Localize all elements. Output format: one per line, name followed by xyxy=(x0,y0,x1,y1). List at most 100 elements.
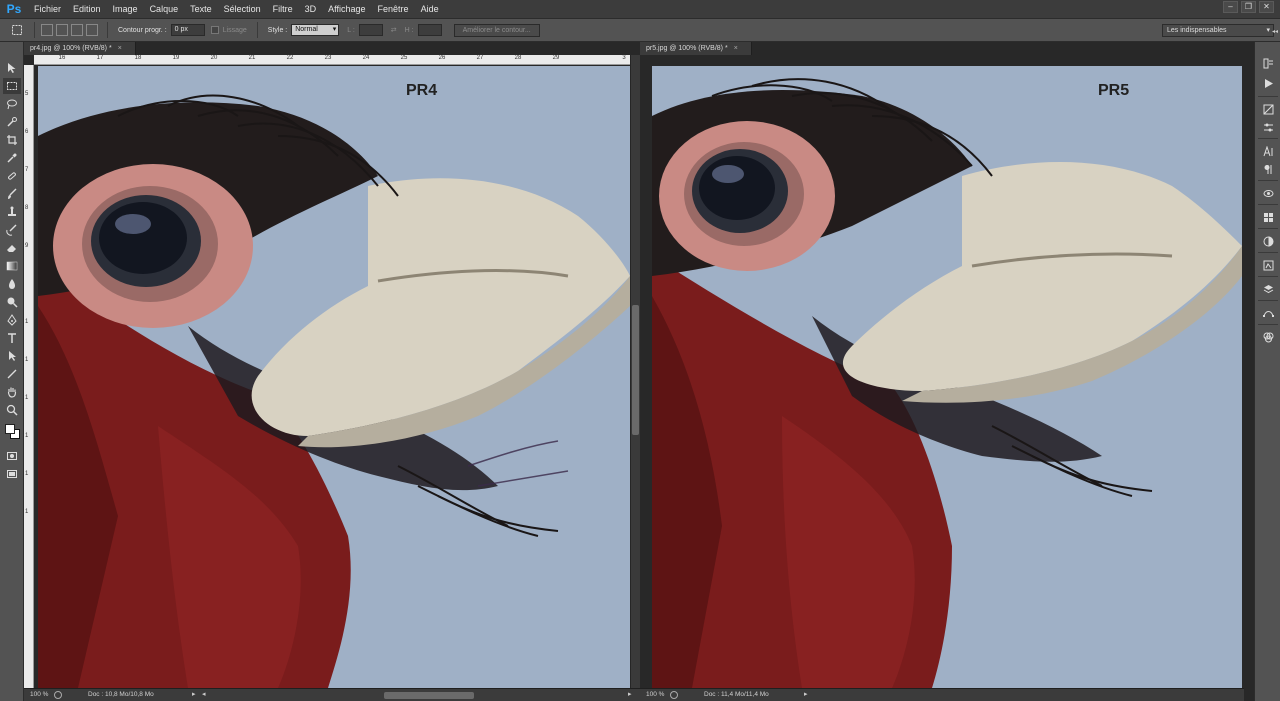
document-size[interactable]: Doc : 11,4 Mo/11,4 Mo xyxy=(704,689,769,701)
eyedropper-tool-icon[interactable] xyxy=(3,150,21,166)
line-tool-icon[interactable] xyxy=(3,366,21,382)
brush-tool-icon[interactable] xyxy=(3,186,21,202)
properties-panel-icon[interactable] xyxy=(1260,120,1276,134)
menu-edition[interactable]: Edition xyxy=(67,0,107,18)
feather-input[interactable]: 0 px xyxy=(170,24,205,36)
paths-panel-icon[interactable] xyxy=(1260,306,1276,320)
menu-fenetre[interactable]: Fenêtre xyxy=(372,0,415,18)
layers-panel-icon[interactable] xyxy=(1260,282,1276,296)
scroll-right-arrow-icon[interactable]: ▸ xyxy=(628,689,632,701)
marquee-preset-picker[interactable] xyxy=(6,21,28,39)
paragraph-panel-icon[interactable] xyxy=(1260,162,1276,176)
gradient-tool-icon[interactable] xyxy=(3,258,21,274)
image-canvas-pr4[interactable]: PR4 xyxy=(38,66,630,688)
new-selection-icon[interactable] xyxy=(41,24,53,36)
menu-fichier[interactable]: Fichier xyxy=(28,0,67,18)
restore-button[interactable]: ❐ xyxy=(1241,1,1256,13)
blur-tool-icon[interactable] xyxy=(3,276,21,292)
color-panel-icon[interactable] xyxy=(1260,234,1276,248)
menu-image[interactable]: Image xyxy=(107,0,144,18)
clone-stamp-tool-icon[interactable] xyxy=(3,204,21,220)
workspace-select[interactable]: Les indispensables xyxy=(1162,24,1274,37)
adjustments-panel-icon[interactable] xyxy=(1260,102,1276,116)
status-menu-arrow-icon[interactable]: ▸ xyxy=(192,689,196,701)
ruler-tick-label: 6 xyxy=(25,129,29,135)
ruler-tick-label: 26 xyxy=(438,55,446,61)
history-brush-tool-icon[interactable] xyxy=(3,222,21,238)
tab-pr4[interactable]: pr4.jpg @ 100% (RVB/8) * × xyxy=(24,42,136,55)
ruler-tick-label: 1 xyxy=(25,357,29,363)
styles-panel-icon[interactable] xyxy=(1260,258,1276,272)
tab-pr5[interactable]: pr5.jpg @ 100% (RVB/8) * × xyxy=(640,42,752,55)
screen-mode-icon[interactable] xyxy=(3,466,21,482)
close-tab-icon[interactable]: × xyxy=(734,42,738,55)
channels-panel-icon[interactable] xyxy=(1260,330,1276,344)
zoom-level[interactable]: 100 % xyxy=(30,689,48,701)
foreground-color-swatch[interactable] xyxy=(5,424,15,434)
color-swatches[interactable] xyxy=(3,422,21,442)
menu-calque[interactable]: Calque xyxy=(144,0,185,18)
menu-3d[interactable]: 3D xyxy=(299,0,323,18)
path-selection-tool-icon[interactable] xyxy=(3,348,21,364)
width-input[interactable] xyxy=(358,24,383,36)
document-size[interactable]: Doc : 10,8 Mo/10,8 Mo xyxy=(88,689,154,701)
horizontal-scrollbar-thumb[interactable] xyxy=(384,692,474,699)
type-tool-icon[interactable] xyxy=(3,330,21,346)
hand-tool-icon[interactable] xyxy=(3,384,21,400)
crop-tool-icon[interactable] xyxy=(3,132,21,148)
style-select[interactable]: Normal xyxy=(291,24,340,36)
quick-mask-icon[interactable] xyxy=(3,448,21,464)
ruler-tick-label: 24 xyxy=(362,55,370,61)
quick-selection-tool-icon[interactable] xyxy=(3,114,21,130)
menu-filtre[interactable]: Filtre xyxy=(267,0,299,18)
divider xyxy=(256,22,258,38)
menu-affichage[interactable]: Affichage xyxy=(322,0,371,18)
divider xyxy=(1258,138,1278,139)
history-panel-icon[interactable] xyxy=(1260,56,1276,70)
pen-tool-icon[interactable] xyxy=(3,312,21,328)
intersect-selection-icon[interactable] xyxy=(86,24,98,36)
scrollbar-thumb[interactable] xyxy=(632,305,639,435)
3d-panel-icon[interactable] xyxy=(1260,186,1276,200)
ruler-tick-label: 22 xyxy=(286,55,294,61)
divider xyxy=(1258,180,1278,181)
vertical-scrollbar[interactable] xyxy=(630,55,640,688)
ruler-tick-label: 16 xyxy=(58,55,66,61)
subtract-selection-icon[interactable] xyxy=(71,24,83,36)
character-panel-icon[interactable] xyxy=(1260,144,1276,158)
window-controls: – ❐ ✕ xyxy=(1223,1,1274,13)
dodge-tool-icon[interactable] xyxy=(3,294,21,310)
image-canvas-pr5[interactable]: PR5 xyxy=(652,66,1242,688)
healing-brush-tool-icon[interactable] xyxy=(3,168,21,184)
swap-dimensions-icon[interactable]: ⇄ xyxy=(391,26,397,34)
close-button[interactable]: ✕ xyxy=(1259,1,1274,13)
ruler-tick-label: 19 xyxy=(172,55,180,61)
menu-texte[interactable]: Texte xyxy=(184,0,218,18)
add-selection-icon[interactable] xyxy=(56,24,68,36)
swatches-panel-icon[interactable] xyxy=(1260,210,1276,224)
close-tab-icon[interactable]: × xyxy=(118,42,122,55)
height-input[interactable] xyxy=(417,24,442,36)
document-window-pr4: pr4.jpg @ 100% (RVB/8) * × 16 17 18 19 2… xyxy=(24,42,640,701)
actions-panel-icon[interactable] xyxy=(1260,76,1276,90)
zoom-tool-icon[interactable] xyxy=(3,402,21,418)
overlay-label-pr5: PR5 xyxy=(1098,82,1130,99)
bird-photo-pr4 xyxy=(38,66,630,688)
minimize-button[interactable]: – xyxy=(1223,1,1238,13)
divider xyxy=(1258,204,1278,205)
menu-selection[interactable]: Sélection xyxy=(218,0,267,18)
eraser-tool-icon[interactable] xyxy=(3,240,21,256)
lasso-tool-icon[interactable] xyxy=(3,96,21,112)
ruler-tick-label: 17 xyxy=(96,55,104,61)
scroll-left-arrow-icon[interactable]: ◂ xyxy=(202,689,206,701)
status-menu-arrow-icon[interactable]: ▸ xyxy=(804,689,808,701)
expand-panels-icon[interactable]: ◂◂ xyxy=(1272,28,1278,35)
move-tool-icon[interactable] xyxy=(3,60,21,76)
zoom-level[interactable]: 100 % xyxy=(646,689,664,701)
menu-aide[interactable]: Aide xyxy=(415,0,445,18)
ruler-tick-label: 1 xyxy=(25,319,29,325)
divider xyxy=(1258,276,1278,277)
refine-edge-button[interactable]: Améliorer le contour... xyxy=(453,23,540,37)
antialias-checkbox[interactable] xyxy=(210,26,219,34)
rect-marquee-tool-icon[interactable] xyxy=(3,78,21,94)
